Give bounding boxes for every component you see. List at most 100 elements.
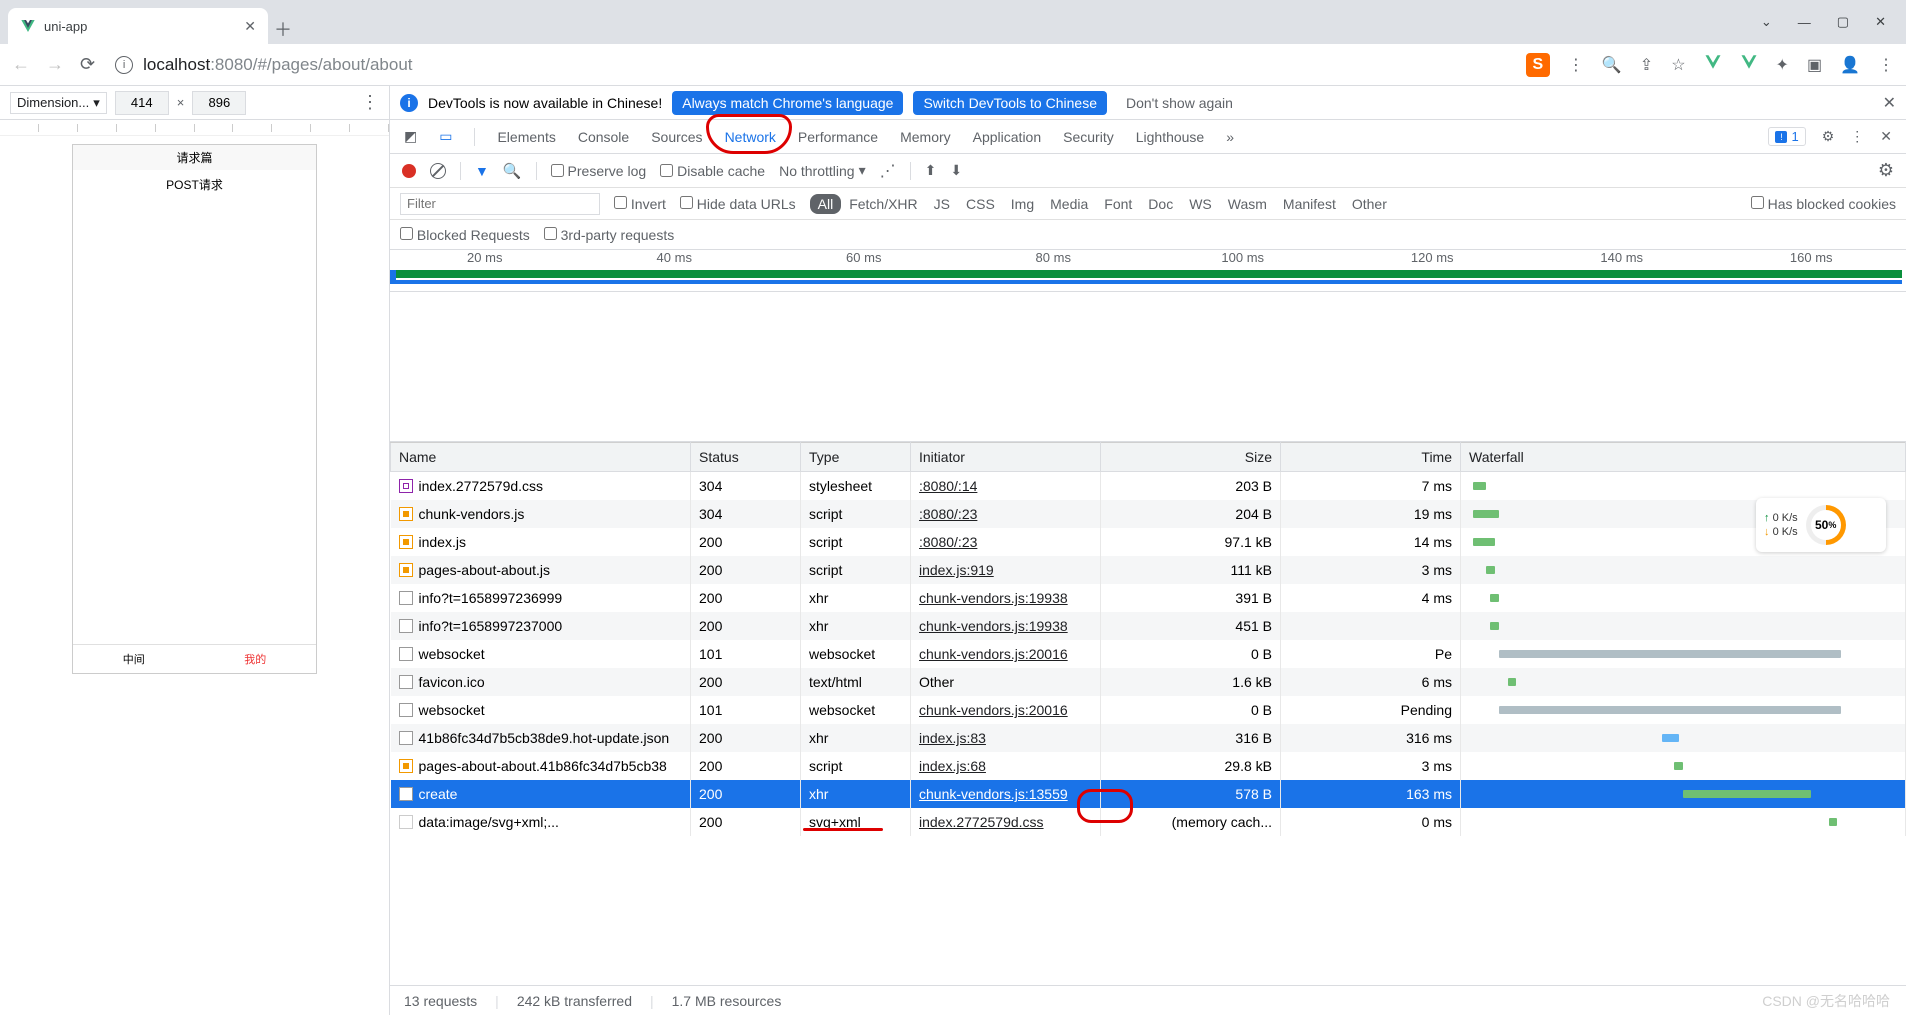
- switch-language-button[interactable]: Switch DevTools to Chinese: [913, 91, 1107, 115]
- request-row[interactable]: index.2772579d.css304stylesheet:8080/:14…: [391, 472, 1906, 501]
- network-conditions-icon[interactable]: ⋰: [880, 161, 896, 181]
- search-icon[interactable]: 🔍: [503, 162, 522, 180]
- col-initiator[interactable]: Initiator: [911, 443, 1101, 472]
- zoom-icon[interactable]: 🔍: [1602, 55, 1622, 75]
- download-har-icon[interactable]: ⬇: [950, 162, 962, 179]
- filter-type-all[interactable]: All: [810, 194, 842, 214]
- filter-type-media[interactable]: Media: [1042, 194, 1096, 214]
- filter-type-manifest[interactable]: Manifest: [1275, 194, 1344, 214]
- maximize-icon[interactable]: ▢: [1837, 14, 1849, 30]
- third-party-checkbox[interactable]: 3rd-party requests: [544, 227, 675, 243]
- preserve-log-checkbox[interactable]: Preserve log: [551, 163, 647, 179]
- tab-lighthouse[interactable]: Lighthouse: [1136, 129, 1205, 145]
- filter-type-fetchxhr[interactable]: Fetch/XHR: [841, 194, 925, 214]
- device-preview[interactable]: 请求篇 POST请求 中间 我的: [72, 144, 317, 674]
- request-row[interactable]: 41b86fc34d7b5cb38de9.hot-update.json200x…: [391, 724, 1906, 752]
- request-row[interactable]: pages-about-about.js200scriptindex.js:91…: [391, 556, 1906, 584]
- col-status[interactable]: Status: [691, 443, 801, 472]
- blocked-cookies-checkbox[interactable]: Has blocked cookies: [1751, 196, 1896, 212]
- col-time[interactable]: Time: [1281, 443, 1461, 472]
- new-tab-button[interactable]: ＋: [268, 14, 298, 44]
- device-select[interactable]: Dimension... ▾: [10, 92, 107, 114]
- device-more-icon[interactable]: ⋮: [361, 92, 379, 113]
- address-bar[interactable]: i localhost:8080/#/pages/about/about: [105, 50, 1516, 80]
- settings-icon[interactable]: ⚙: [1822, 128, 1835, 145]
- vue-devtools-icon[interactable]: [1704, 53, 1722, 76]
- col-size[interactable]: Size: [1101, 443, 1281, 472]
- height-input[interactable]: [192, 91, 246, 115]
- tab-performance[interactable]: Performance: [798, 129, 878, 145]
- tab-security[interactable]: Security: [1063, 129, 1114, 145]
- filter-type-other[interactable]: Other: [1344, 194, 1395, 214]
- tabbar-item-2[interactable]: 我的: [195, 645, 317, 673]
- clear-button[interactable]: [430, 163, 446, 179]
- upload-har-icon[interactable]: ⬆: [925, 162, 937, 179]
- col-type[interactable]: Type: [801, 443, 911, 472]
- request-row[interactable]: chunk-vendors.js304script:8080/:23204 B1…: [391, 500, 1906, 528]
- device-toggle-icon[interactable]: ▭: [439, 128, 452, 145]
- extensions-icon[interactable]: ✦: [1776, 55, 1789, 75]
- col-name[interactable]: Name: [391, 443, 691, 472]
- share-icon[interactable]: ⇪: [1640, 55, 1653, 75]
- invert-checkbox[interactable]: Invert: [614, 196, 666, 212]
- filter-type-wasm[interactable]: Wasm: [1220, 194, 1275, 214]
- tab-more[interactable]: »: [1226, 129, 1234, 145]
- ext-menu-icon[interactable]: ⋮: [1568, 55, 1584, 75]
- tabbar-item-1[interactable]: 中间: [73, 645, 195, 673]
- profile-icon[interactable]: 👤: [1840, 55, 1860, 75]
- inspect-icon[interactable]: ◩: [404, 128, 417, 145]
- blocked-requests-checkbox[interactable]: Blocked Requests: [400, 227, 530, 243]
- chrome-menu-icon[interactable]: ⋮: [1878, 55, 1894, 75]
- dont-show-button[interactable]: Don't show again: [1117, 90, 1242, 116]
- filter-type-doc[interactable]: Doc: [1140, 194, 1181, 214]
- throttling-select[interactable]: No throttling ▾: [779, 162, 866, 179]
- close-devtools-icon[interactable]: ✕: [1880, 128, 1892, 145]
- close-infobar-icon[interactable]: ✕: [1883, 93, 1896, 113]
- sidepanel-icon[interactable]: ▣: [1807, 55, 1822, 75]
- tab-network[interactable]: Network: [725, 129, 776, 145]
- request-row[interactable]: favicon.ico200text/htmlOther1.6 kB6 ms: [391, 668, 1906, 696]
- network-timeline[interactable]: 20 ms40 ms60 ms80 ms100 ms120 ms140 ms16…: [390, 250, 1906, 292]
- disable-cache-checkbox[interactable]: Disable cache: [660, 163, 765, 179]
- filter-type-css[interactable]: CSS: [958, 194, 1003, 214]
- network-speed-widget[interactable]: 0 K/s 0 K/s 50%: [1756, 498, 1886, 552]
- network-settings-icon[interactable]: ⚙: [1878, 160, 1894, 181]
- filter-type-js[interactable]: JS: [926, 194, 958, 214]
- minimize-icon[interactable]: ―: [1798, 15, 1811, 30]
- tab-sources[interactable]: Sources: [651, 129, 702, 145]
- tab-memory[interactable]: Memory: [900, 129, 951, 145]
- request-row[interactable]: index.js200script:8080/:2397.1 kB14 ms: [391, 528, 1906, 556]
- site-info-icon[interactable]: i: [115, 56, 133, 74]
- col-waterfall[interactable]: Waterfall: [1461, 443, 1906, 472]
- reload-icon[interactable]: ⟳: [80, 54, 95, 75]
- browser-tab[interactable]: uni-app ✕: [8, 8, 268, 44]
- filter-type-img[interactable]: Img: [1003, 194, 1042, 214]
- bookmark-icon[interactable]: ☆: [1671, 55, 1685, 75]
- request-row[interactable]: websocket101websocketchunk-vendors.js:20…: [391, 640, 1906, 668]
- request-row[interactable]: info?t=1658997237000200xhrchunk-vendors.…: [391, 612, 1906, 640]
- close-window-icon[interactable]: ✕: [1875, 14, 1886, 30]
- filter-type-font[interactable]: Font: [1096, 194, 1140, 214]
- filter-toggle-icon[interactable]: ▼: [475, 163, 489, 179]
- timeline-selection-area[interactable]: [390, 292, 1906, 442]
- tab-console[interactable]: Console: [578, 129, 629, 145]
- filter-input[interactable]: [400, 193, 600, 215]
- request-row[interactable]: pages-about-about.41b86fc34d7b5cb38200sc…: [391, 752, 1906, 780]
- close-tab-icon[interactable]: ✕: [244, 18, 256, 35]
- request-row[interactable]: websocket101websocketchunk-vendors.js:20…: [391, 696, 1906, 724]
- vue-devtools-icon-2[interactable]: [1740, 53, 1758, 76]
- back-icon[interactable]: ←: [12, 54, 30, 75]
- forward-icon[interactable]: →: [46, 54, 64, 75]
- sogou-ext-icon[interactable]: S: [1526, 53, 1550, 77]
- request-row[interactable]: data:image/svg+xml;...200svg+xmlindex.27…: [391, 808, 1906, 836]
- issues-badge[interactable]: !1: [1768, 127, 1805, 146]
- request-row[interactable]: info?t=1658997236999200xhrchunk-vendors.…: [391, 584, 1906, 612]
- caret-down-icon[interactable]: ⌄: [1761, 14, 1772, 30]
- record-button[interactable]: [402, 164, 416, 178]
- hide-dataurls-checkbox[interactable]: Hide data URLs: [680, 196, 796, 212]
- more-tools-icon[interactable]: ⋮: [1850, 128, 1864, 145]
- tab-application[interactable]: Application: [973, 129, 1042, 145]
- tab-elements[interactable]: Elements: [497, 129, 555, 145]
- request-row[interactable]: create200xhrchunk-vendors.js:13559578 B1…: [391, 780, 1906, 808]
- width-input[interactable]: [115, 91, 169, 115]
